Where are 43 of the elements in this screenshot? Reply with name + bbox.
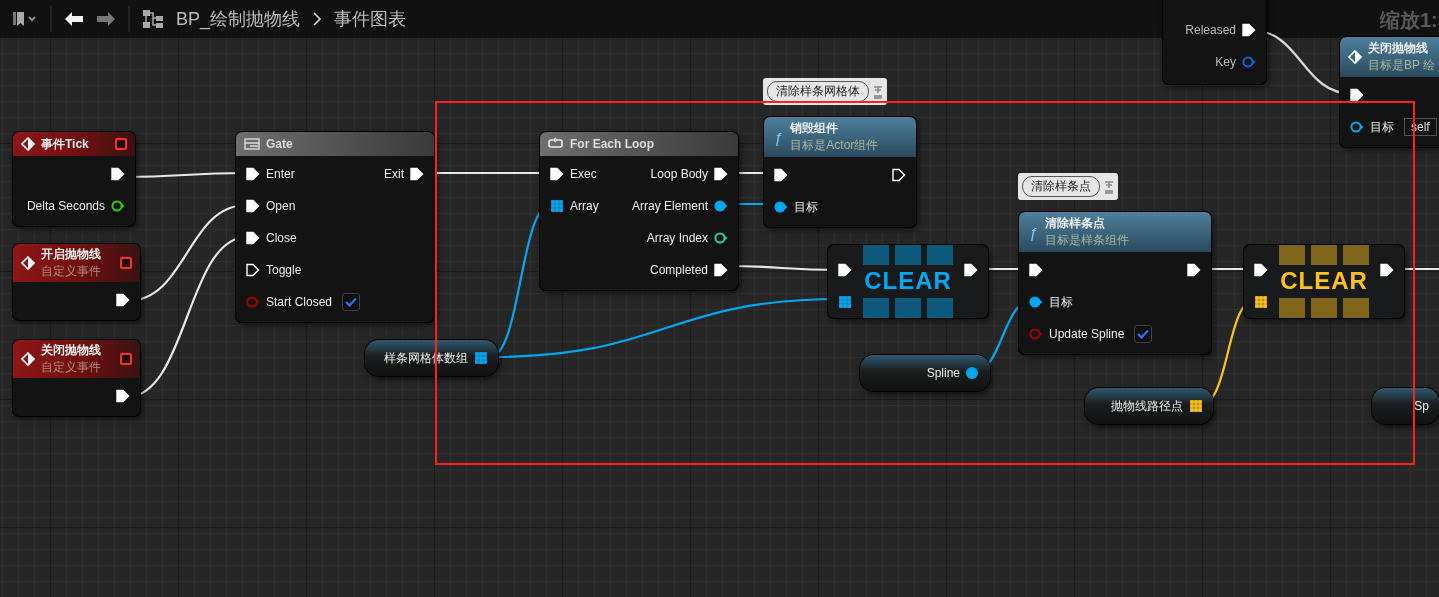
pin-label: Enter [266, 167, 295, 181]
node-title: 清除样条点 [1045, 215, 1107, 232]
breadcrumb-item[interactable]: 事件图表 [334, 7, 407, 31]
function-icon: ƒ [772, 128, 785, 146]
node-title: CLEAR [863, 267, 953, 295]
pin-label: Delta Seconds [26, 199, 105, 213]
zoom-label: 缩放1: [1380, 8, 1438, 33]
pin-label: Completed [649, 263, 708, 277]
pin-label: 目标 [794, 198, 818, 216]
pin-label: Update Spline [1049, 327, 1125, 341]
variable-label: Sp [1414, 399, 1429, 413]
pin-label: Close [266, 231, 297, 245]
comment-text: 清除样条点 [1022, 176, 1100, 197]
pin-label: Released [1185, 23, 1236, 37]
pin-label: 目标 [1370, 118, 1394, 136]
node-subtitle: 目标是BP 绘 [1368, 57, 1437, 74]
pin-label: Exec [570, 167, 597, 181]
node-title: 开启抛物线 [41, 246, 102, 263]
node-title: 事件Tick [41, 135, 90, 153]
node-title: Gate [266, 137, 294, 151]
node-subtitle: 自定义事件 [41, 359, 102, 376]
variable-label: 抛物线路径点 [1111, 397, 1183, 415]
node-subtitle: 目标是样条组件 [1045, 232, 1131, 249]
node-title: 销毁组件 [790, 120, 840, 137]
breadcrumb-item[interactable]: BP_绘制抛物线 [176, 7, 301, 31]
pin-label: Array Element [631, 199, 708, 213]
node-title: 关闭抛物线 [41, 342, 102, 359]
pin-label: Array [570, 199, 599, 213]
node-subtitle: 自定义事件 [41, 263, 102, 280]
node-title: CLEAR [1279, 267, 1369, 295]
node-subtitle: 目标是Actor组件 [790, 137, 880, 154]
pin-label: Array Index [646, 231, 708, 245]
pin-label: Open [266, 199, 296, 213]
pin-label: Start Closed [266, 295, 333, 309]
function-icon: ƒ [1027, 223, 1040, 241]
node-title: 关闭抛物线 [1368, 40, 1429, 57]
pin-label: 目标 [1049, 293, 1073, 311]
pin-label: Exit [384, 167, 404, 181]
pin-label: Toggle [266, 263, 302, 277]
pin-label: Key [1215, 55, 1236, 69]
node-title: For Each Loop [570, 137, 655, 151]
pin-label: Loop Body [650, 167, 708, 181]
variable-label: Spline [926, 366, 960, 380]
